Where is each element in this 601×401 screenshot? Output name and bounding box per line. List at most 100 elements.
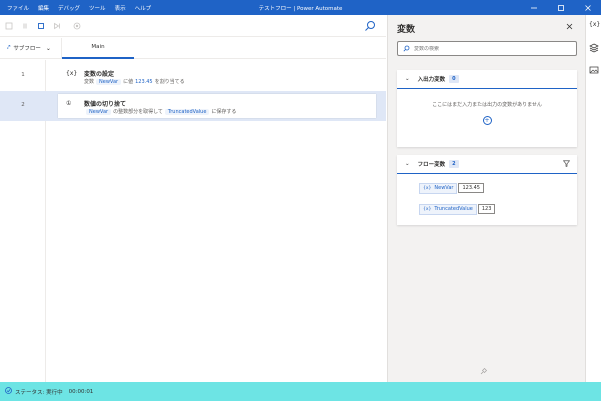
status-label: ステータス: 実行中 [15, 389, 63, 396]
variable-icon: {x} [423, 185, 432, 191]
images-rail-button[interactable] [589, 65, 599, 75]
io-count-badge: 0 [449, 75, 459, 83]
variables-panel: 変数 ⌄ 入出力変数 0 ここにはまだ入力または出力の変数がありません + ⌄ … [387, 15, 585, 382]
layers-icon [589, 43, 599, 53]
close-panel-button[interactable] [566, 23, 573, 32]
flow-search-button[interactable] [363, 19, 377, 33]
record-button[interactable] [70, 19, 84, 33]
io-section-label: 入出力変数 [417, 77, 446, 83]
desc-mid: に値 [123, 79, 134, 85]
subflow-dropdown[interactable]: ⤤ サブフロー ⌄ [0, 37, 62, 59]
action-card[interactable]: {x} 変数の設定 変数 NewVar に値 123.45 を割り当てる [58, 64, 376, 88]
maximize-button[interactable] [547, 0, 574, 15]
subflow-tabs: ⤤ サブフロー ⌄ Main [0, 37, 386, 59]
row-number: 1 [21, 72, 25, 78]
close-icon [584, 4, 591, 11]
pin-panel-button[interactable] [480, 368, 487, 377]
filter-button[interactable] [562, 160, 571, 169]
action-description: NewVar の整数部分を取得して TruncatedValue に保存する [84, 108, 236, 115]
io-variables-section: ⌄ 入出力変数 0 ここにはまだ入力または出力の変数がありません + [397, 70, 577, 147]
menu-help[interactable]: ヘルプ [135, 4, 152, 12]
title-bar: ファイル 編集 デバッグ ツール 表示 ヘルプ テストフロー | Power A… [0, 0, 601, 15]
image-icon [589, 66, 599, 74]
stop-button[interactable] [34, 19, 48, 33]
io-section-header[interactable]: ⌄ 入出力変数 0 [397, 70, 577, 89]
variable-chip: NewVar [86, 108, 112, 115]
save-icon [5, 22, 13, 29]
menu-edit[interactable]: 編集 [38, 4, 49, 12]
flow-variable-item[interactable]: {x} NewVar 123.45 [419, 182, 484, 194]
variables-rail-button[interactable]: {x} [589, 21, 601, 31]
close-window-button[interactable] [574, 0, 601, 15]
subflow-icon: ⤤ [7, 44, 11, 51]
action-description: 変数 NewVar に値 123.45 を割り当てる [84, 78, 185, 85]
flow-section-label: フロー変数 [417, 162, 446, 168]
value-text: 123.45 [135, 78, 153, 85]
flow-count-badge: 2 [449, 160, 459, 168]
action-row[interactable]: 1 {x} 変数の設定 変数 NewVar に値 123.45 を割り当てる [0, 61, 386, 91]
action-card[interactable]: ① 数値の切り捨て NewVar の整数部分を取得して TruncatedVal… [58, 94, 376, 118]
status-icon [5, 387, 12, 394]
step-icon [54, 22, 60, 29]
variable-chip: TruncatedValue [164, 108, 210, 115]
elapsed-time: 00:00:01 [68, 388, 94, 395]
variable-chip: NewVar [96, 78, 122, 85]
status-bar: ステータス: 実行中 00:00:01 [0, 382, 601, 401]
flow-section-header[interactable]: ⌄ フロー変数 2 [397, 155, 577, 174]
pause-button[interactable] [18, 19, 32, 33]
maximize-icon [557, 4, 564, 11]
menu-debug[interactable]: デバッグ [58, 4, 80, 12]
flow-canvas: 1 {x} 変数の設定 変数 NewVar に値 123.45 を割り当てる 2… [0, 60, 386, 382]
action-title: 数値の切り捨て [84, 101, 127, 108]
tab-main[interactable]: Main [62, 38, 134, 59]
add-io-variable-button[interactable]: + [482, 116, 492, 125]
variables-icon: {x} [589, 21, 601, 28]
variable-icon: {x} [66, 70, 78, 77]
variable-chip[interactable]: {x} TruncatedValue [419, 203, 477, 215]
search-icon [365, 21, 375, 31]
action-title: 変数の設定 [84, 71, 115, 78]
subflow-label: サブフロー [13, 46, 41, 52]
record-icon [73, 22, 81, 29]
desc-suffix: を割り当てる [154, 79, 185, 85]
menu-view[interactable]: 表示 [115, 4, 126, 12]
menu-tools[interactable]: ツール [89, 4, 106, 12]
action-row-selected[interactable]: 2 ① 数値の切り捨て NewVar の整数部分を取得して TruncatedV… [0, 91, 386, 121]
chevron-down-icon: ⌄ [45, 44, 51, 52]
search-icon [403, 45, 410, 52]
desc-mid: の整数部分を取得して [113, 109, 163, 115]
step-button[interactable] [50, 19, 64, 33]
variable-icon: {x} [423, 206, 432, 212]
ui-elements-rail-button[interactable] [589, 43, 599, 53]
flow-variable-item[interactable]: {x} TruncatedValue 123 [419, 203, 496, 215]
side-rail: {x} [585, 15, 601, 382]
chevron-down-icon: ⌄ [405, 76, 410, 82]
flow-variables-section: ⌄ フロー変数 2 {x} NewVar 123.45 {x} Truncate… [397, 155, 577, 225]
stop-icon [38, 22, 44, 29]
variable-search-box [397, 41, 577, 56]
variable-chip[interactable]: {x} NewVar [419, 182, 458, 194]
variable-name: TruncatedValue [434, 206, 473, 212]
menu-bar: ファイル 編集 デバッグ ツール 表示 ヘルプ [0, 0, 160, 15]
variable-value: 123.45 [458, 183, 484, 193]
pin-icon [480, 368, 487, 375]
plus-icon: + [484, 117, 490, 124]
io-empty-text: ここにはまだ入力または出力の変数がありません [432, 102, 542, 108]
toolbar [0, 15, 386, 37]
minimize-button[interactable] [520, 0, 547, 15]
filter-icon [562, 160, 571, 167]
chevron-down-icon: ⌄ [405, 161, 410, 167]
panel-title: 変数 [397, 25, 416, 35]
running-icon [5, 387, 12, 396]
close-icon [566, 23, 573, 30]
minimize-icon [530, 7, 537, 8]
run-button[interactable] [2, 19, 16, 33]
menu-file[interactable]: ファイル [7, 4, 29, 12]
desc-suffix: に保存する [211, 109, 237, 115]
pause-icon [23, 23, 27, 28]
variable-name: NewVar [434, 185, 454, 191]
variable-value: 123 [477, 204, 496, 214]
number-icon: ① [66, 100, 72, 107]
desc-prefix: 変数 [84, 79, 95, 85]
variable-search-input[interactable] [414, 45, 564, 52]
